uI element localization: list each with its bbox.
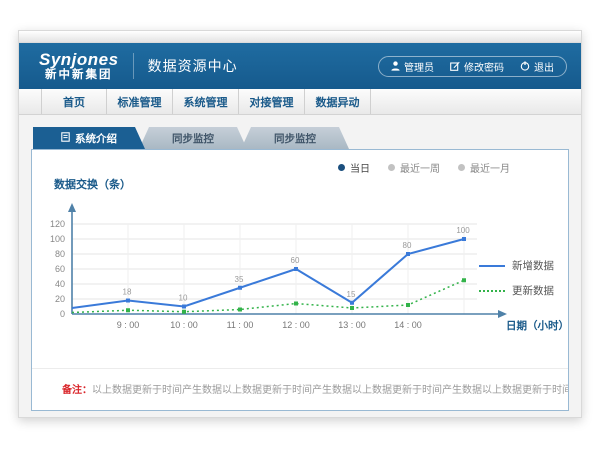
- nav-item-home[interactable]: 首页: [41, 89, 107, 114]
- radio-dot-icon: [388, 164, 395, 171]
- document-icon: [61, 132, 70, 145]
- blue-line-swatch: [479, 265, 505, 267]
- svg-text:9 : 00: 9 : 00: [117, 320, 140, 330]
- svg-text:60: 60: [291, 256, 300, 265]
- change-password-button[interactable]: 修改密码: [450, 59, 504, 74]
- logout-label: 退出: [534, 59, 554, 74]
- legend-item-new-data: 新增数据: [479, 258, 554, 273]
- legend-label: 更新数据: [512, 283, 554, 298]
- radio-last-month[interactable]: 最近一月: [458, 160, 510, 175]
- user-toolbar: 管理员 修改密码 退出: [378, 56, 567, 77]
- user-label: 管理员: [404, 59, 434, 74]
- tab-label: 同步监控: [274, 131, 316, 146]
- svg-text:0: 0: [60, 309, 65, 319]
- logo-text-en: Synjones: [39, 51, 119, 69]
- svg-text:15: 15: [347, 290, 356, 299]
- radio-dot-icon: [458, 164, 465, 171]
- footnote-label: 备注：: [62, 385, 92, 396]
- logout-button[interactable]: 退出: [520, 59, 554, 74]
- svg-text:35: 35: [235, 275, 244, 284]
- nav-item-integration[interactable]: 对接管理: [239, 89, 305, 114]
- user-icon: [391, 61, 400, 71]
- user-menu[interactable]: 管理员: [391, 59, 434, 74]
- green-dotted-swatch: [479, 290, 505, 292]
- legend-item-updated-data: 更新数据: [479, 283, 554, 298]
- radio-today[interactable]: 当日: [338, 160, 370, 175]
- edit-icon: [450, 61, 460, 71]
- svg-text:100: 100: [50, 234, 65, 244]
- change-password-label: 修改密码: [464, 59, 504, 74]
- logo-text-cn: 新中新集团: [39, 69, 119, 81]
- svg-text:100: 100: [456, 226, 470, 235]
- page-title: 数据资源中心: [148, 56, 238, 76]
- legend-label: 新增数据: [512, 258, 554, 273]
- svg-text:80: 80: [55, 249, 65, 259]
- svg-text:60: 60: [55, 264, 65, 274]
- svg-text:18: 18: [123, 288, 132, 297]
- main-nav: 首页 标准管理 系统管理 对接管理 数据异动: [19, 89, 581, 115]
- chart-panel: 当日 最近一周 最近一月 数据交换（条） 0 20 40 60 80 100 120 9 : …: [31, 149, 569, 411]
- app-header: Synjones 新中新集团 数据资源中心 管理员 修改密码 退出: [19, 43, 581, 89]
- time-range-radios: 当日 最近一周 最近一月: [338, 160, 510, 175]
- nav-item-system[interactable]: 系统管理: [173, 89, 239, 114]
- svg-text:14 : 00: 14 : 00: [394, 320, 422, 330]
- window-chrome: [19, 31, 581, 43]
- tab-label: 同步监控: [172, 131, 214, 146]
- svg-text:10 : 00: 10 : 00: [170, 320, 198, 330]
- brand-logo: Synjones 新中新集团: [39, 51, 119, 81]
- radio-dot-icon: [338, 164, 345, 171]
- tab-system-intro[interactable]: 系统介绍: [33, 127, 145, 149]
- svg-text:日期（小时）: 日期（小时）: [506, 319, 569, 332]
- power-icon: [520, 61, 530, 71]
- svg-text:11 : 00: 11 : 00: [227, 320, 254, 330]
- svg-text:40: 40: [55, 279, 65, 289]
- header-divider: [133, 53, 134, 79]
- tab-sync-monitor-1[interactable]: 同步监控: [139, 127, 247, 149]
- radio-label: 当日: [350, 160, 370, 175]
- radio-label: 最近一月: [470, 160, 510, 175]
- chart-wrapper: 0 20 40 60 80 100 120 9 : 00 10 : 00 11 : 00 12 : …: [32, 196, 568, 351]
- svg-text:20: 20: [55, 294, 65, 304]
- footnote: 备注：以上数据更新于时间产生数据以上数据更新于时间产生数据以上数据更新于时间产生…: [32, 368, 568, 410]
- footnote-text: 以上数据更新于时间产生数据以上数据更新于时间产生数据以上数据更新于时间产生数据以…: [92, 385, 568, 396]
- radio-last-week[interactable]: 最近一周: [388, 160, 440, 175]
- nav-item-data-changes[interactable]: 数据异动: [305, 89, 371, 114]
- tab-bar: 系统介绍 同步监控 同步监控: [31, 127, 569, 149]
- y-axis-title: 数据交换（条）: [54, 176, 568, 192]
- svg-text:80: 80: [403, 241, 412, 250]
- svg-text:120: 120: [50, 219, 65, 229]
- svg-text:12 : 00: 12 : 00: [282, 320, 310, 330]
- radio-label: 最近一周: [400, 160, 440, 175]
- nav-item-standards[interactable]: 标准管理: [107, 89, 173, 114]
- chart-legend: 新增数据 更新数据: [479, 258, 554, 298]
- content-area: 系统介绍 同步监控 同步监控 当日 最近一周: [19, 115, 581, 411]
- tab-sync-monitor-2[interactable]: 同步监控: [241, 127, 349, 149]
- app-window: Synjones 新中新集团 数据资源中心 管理员 修改密码 退出 首页 标准管…: [18, 30, 582, 418]
- svg-text:10: 10: [179, 294, 188, 303]
- svg-text:13 : 00: 13 : 00: [338, 320, 366, 330]
- tab-label: 系统介绍: [75, 131, 117, 146]
